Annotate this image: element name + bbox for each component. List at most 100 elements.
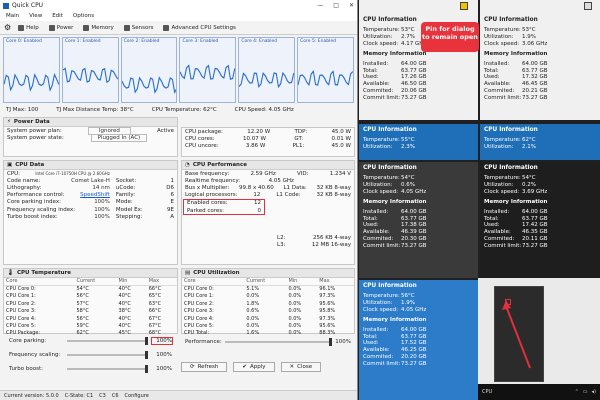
col-header: Min [116, 278, 147, 286]
minimize-icon[interactable]: — [317, 2, 323, 9]
enabled-parked-highlight: Enabled cores: 12 Parked cores: 0 [183, 198, 265, 216]
pkg-key2: PL1: [292, 142, 305, 149]
power-state-row: System power state: Plugged In (AC) [4, 133, 177, 142]
card-row: Utilization: 1.9% [484, 34, 596, 41]
card-key: Commit limit: [363, 94, 401, 101]
card-row: Utilization: 0.2% [484, 182, 596, 189]
card-row: Used: 17.32 GB [484, 74, 596, 81]
card-value: 1.9% [522, 34, 536, 41]
menu-main[interactable]: Main [6, 13, 19, 19]
card-value: 73.27 GB [401, 242, 427, 249]
pkg-key: CPU cores: [185, 135, 215, 142]
card-row: Clock speed: 3.69 GHz [484, 189, 596, 196]
card-row: Total: 63.77 GB [363, 333, 474, 340]
status-line: TJ Max: 100 TJ Max Distance Temp: 38°C C… [0, 105, 357, 115]
performance-row: Performance: 100% [181, 336, 355, 348]
cell: 97.3% [319, 315, 336, 322]
menu-options[interactable]: Options [73, 13, 94, 19]
cell: 0.6% [246, 308, 260, 315]
frequency-scaling-slider[interactable] [67, 351, 148, 359]
core-graph-line [298, 69, 353, 86]
sensors-icon [123, 24, 130, 31]
core-parking-value: 100% [151, 337, 173, 345]
parked-cores-value: 0 [257, 207, 262, 214]
card-title: CPU Information [363, 283, 417, 289]
core-parking-slider[interactable] [67, 337, 148, 345]
volume-icon[interactable]: ◂) [592, 389, 596, 395]
power-state-value[interactable]: Plugged In (AC) [90, 133, 148, 142]
card-key: Available: [363, 81, 390, 88]
card-key: Commited: [363, 235, 394, 242]
help-button[interactable]: Help [15, 24, 42, 32]
performance-slider[interactable] [225, 338, 333, 346]
card-value: 63.77 GB [401, 67, 427, 74]
cell: 0.0% [288, 315, 302, 322]
refresh-button[interactable]: ⟳ Refresh [181, 362, 228, 372]
menu-edit[interactable]: Edit [52, 13, 63, 19]
cell: CPU Core 3: [184, 308, 214, 315]
close-button[interactable]: ✕ Close [280, 362, 322, 372]
card-value: 17.26 GB [401, 74, 427, 81]
chevron-up-icon[interactable]: ⌃ [575, 389, 579, 395]
core-graph: Core 2: Enabled [120, 37, 178, 103]
turbo-boost-slider[interactable] [67, 365, 148, 373]
apply-button[interactable]: ✔ Apply [233, 362, 275, 372]
pkg-value2: 45.0 W [331, 128, 351, 135]
network-icon[interactable]: ▭ [583, 389, 588, 395]
table-row: CPU Core 0: 5.1% 0.0% 96.1% [182, 285, 354, 292]
cell: CPU Core 4: [184, 315, 214, 322]
slider-thumb[interactable] [145, 365, 148, 373]
cpu-data-key: Lithography: [7, 184, 42, 191]
table-row: CPU Core 4: 0.0% 0.0% 97.3% [182, 315, 354, 322]
slider-thumb[interactable] [329, 338, 333, 346]
power-plan-state: Active [156, 127, 174, 134]
cpu-utilization-label: CPU Utilization [193, 270, 240, 276]
card-value: 46.50 GB [401, 81, 427, 88]
maximize-icon[interactable]: □ [333, 2, 339, 9]
power-button[interactable]: Power [46, 24, 77, 32]
card-row: Installed: 64.00 GB [363, 208, 474, 215]
card-row: Temperature: 55°C [363, 137, 474, 144]
cpu-temperature-title: 🌡 CPU Temperature [4, 269, 177, 278]
cpu-data-key: CPU: [7, 170, 21, 177]
slider-thumb[interactable] [145, 337, 148, 345]
card-key: Commited: [363, 87, 394, 94]
sensors-button[interactable]: Sensors [121, 24, 157, 32]
cell: CPU Core 5: [184, 323, 214, 330]
pin-icon[interactable] [460, 2, 468, 10]
card-row: Commit limit: 73.27 GB [363, 360, 474, 367]
info-card: CPU Information Temperature: 55°C Utiliza… [359, 124, 478, 160]
memory-button[interactable]: Memory [80, 24, 116, 32]
cpu-data-key: Core parking index: [7, 199, 61, 206]
pin-icon[interactable] [584, 2, 592, 10]
action-buttons: ⟳ Refresh ✔ Apply ✕ Close [181, 362, 322, 372]
cpu-data-key: Performance control: [7, 192, 65, 199]
card-row: Used: 17.26 GB [363, 74, 474, 81]
table-row: CPU Core 2: 1.8% 0.0% 95.6% [182, 300, 354, 307]
advanced-settings-button[interactable]: Advanced CPU Settings [160, 24, 238, 32]
cache-info: L2: 256 KB 4-way L3: 12 MB 16-way [274, 234, 354, 248]
menu-view[interactable]: View [29, 13, 42, 19]
card-key: Temperature: [484, 137, 521, 144]
configure-button[interactable]: Configure [125, 393, 149, 399]
card-value: 46.45 GB [522, 81, 548, 88]
gear-icon[interactable]: ⚙ [4, 23, 11, 32]
cell: 97.3% [319, 293, 336, 300]
col-header: Current [244, 278, 287, 286]
card-key: Utilization: [484, 144, 514, 151]
card-value: 20.11 GB [522, 235, 548, 242]
card-title: CPU Information [484, 17, 538, 23]
cell: 59°C [76, 323, 89, 330]
info-card: CPU Information Temperature: 54°C Utiliza… [359, 162, 478, 278]
card-value: 2.7% [401, 34, 415, 41]
card-row: Utilization: 1.9% [363, 300, 474, 307]
slider-thumb[interactable] [145, 351, 148, 359]
speedshift-link[interactable]: SpeedShift [80, 192, 110, 198]
cell: CPU Core 4: [6, 315, 36, 322]
card-value: 17.32 GB [522, 74, 548, 81]
perf-row: Base frequency: 2.59 GHz VID: 1.234 V [182, 170, 354, 177]
close-icon[interactable]: ✕ [349, 2, 354, 9]
cpu-data-label: CPU Data [15, 162, 45, 168]
card-value: 53°C [522, 27, 536, 34]
card-key: Clock speed: [363, 40, 399, 47]
